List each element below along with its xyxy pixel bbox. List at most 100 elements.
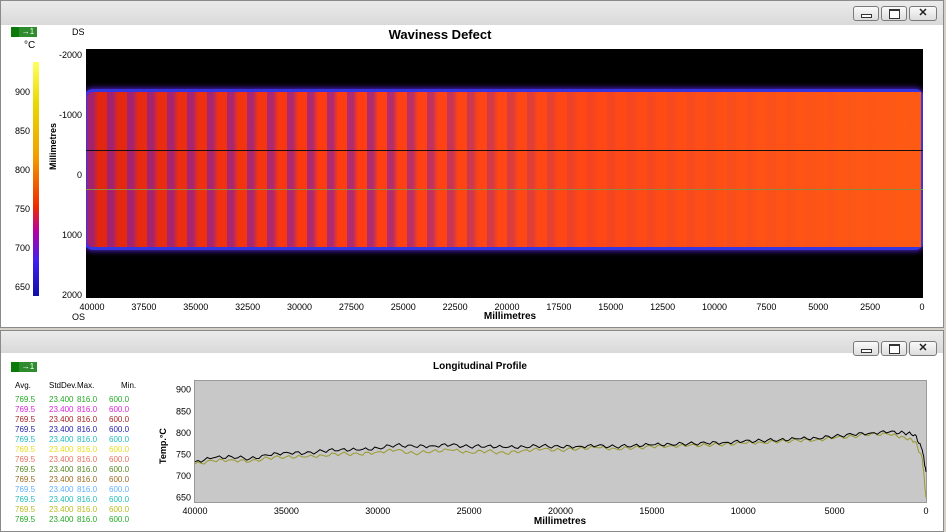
stat-std: 23.400	[49, 515, 74, 524]
profile-plot-area	[194, 380, 927, 503]
x-tick-label: 0	[919, 302, 925, 312]
x-tick-label: 35000	[183, 302, 209, 312]
channel-badge[interactable]: →1	[11, 362, 37, 372]
stat-min: 600.0	[109, 505, 130, 514]
statistics-row: 769.5 23.400 816.0 600.0	[15, 515, 149, 525]
stat-max: 816.0	[77, 485, 98, 494]
header-avg: Avg.	[15, 381, 31, 390]
stat-avg: 769.5	[15, 445, 36, 454]
statistics-row: 769.5 23.400 816.0 600.0	[15, 395, 149, 405]
statistics-row: 769.5 23.400 816.0 600.0	[15, 495, 149, 505]
stat-max: 816.0	[77, 405, 98, 414]
chart-title: Waviness Defect	[388, 27, 492, 42]
window-titlebar: ✕	[1, 1, 943, 25]
ds-label: DS	[72, 27, 85, 37]
stat-avg: 769.5	[15, 495, 36, 504]
maximize-icon	[888, 8, 900, 19]
stat-avg: 769.5	[15, 415, 36, 424]
stat-max: 816.0	[77, 495, 98, 504]
stat-min: 600.0	[109, 515, 130, 524]
x-axis-label: Millimetres	[483, 311, 537, 322]
stat-min: 600.0	[109, 455, 130, 464]
header-max: Max.	[77, 381, 95, 390]
statistics-row: 769.5 23.400 816.0 600.0	[15, 485, 149, 495]
stat-max: 816.0	[77, 505, 98, 514]
x-tick-label: 5000	[808, 302, 829, 312]
stat-avg: 769.5	[15, 455, 36, 464]
stat-max: 816.0	[77, 425, 98, 434]
channel-badge-label: →1	[19, 362, 37, 372]
stat-std: 23.400	[49, 415, 74, 424]
close-icon: ✕	[918, 7, 928, 19]
stat-avg: 769.5	[15, 515, 36, 524]
stat-std: 23.400	[49, 435, 74, 444]
stat-min: 600.0	[109, 445, 130, 454]
stat-max: 816.0	[77, 465, 98, 474]
x-tick-label: 32500	[235, 302, 261, 312]
os-label: OS	[72, 312, 86, 322]
stat-std: 23.400	[49, 395, 74, 404]
y-tick-label: 0	[76, 170, 82, 180]
minimize-button[interactable]	[853, 6, 879, 21]
maximize-button[interactable]	[881, 341, 907, 356]
minimize-icon	[860, 349, 872, 353]
thermal-heatmap	[86, 49, 923, 298]
stat-min: 600.0	[109, 425, 130, 434]
temperature-colorbar	[33, 62, 39, 296]
y-tick-label: -1000	[58, 110, 82, 120]
stat-max: 816.0	[77, 435, 98, 444]
stat-min: 600.0	[109, 435, 130, 444]
statistics-row: 769.5 23.400 816.0 600.0	[15, 505, 149, 515]
y-axis-label: Temp.°C	[158, 428, 168, 464]
y-tick-label: -2000	[58, 50, 82, 60]
stat-max: 816.0	[77, 475, 98, 484]
profile-line-black[interactable]	[86, 150, 923, 151]
colorbar-tick: 650	[14, 282, 30, 293]
stat-min: 600.0	[109, 495, 130, 504]
colorbar-tick: 750	[14, 204, 30, 215]
x-tick-label: 27500	[338, 302, 364, 312]
profile-line-olive[interactable]	[86, 189, 923, 190]
thermal-gradient-overlay	[87, 92, 921, 247]
stat-std: 23.400	[49, 465, 74, 474]
stat-min: 600.0	[109, 475, 130, 484]
statistics-row: 769.5 23.400 816.0 600.0	[15, 425, 149, 435]
close-button[interactable]: ✕	[909, 341, 937, 356]
x-tick-label: 30000	[286, 302, 313, 312]
stat-avg: 769.5	[15, 435, 36, 444]
statistics-row: 769.5 23.400 816.0 600.0	[15, 465, 149, 475]
y-tick-label: 1000	[61, 230, 82, 240]
x-tick-label: 40000	[79, 302, 105, 312]
x-tick-label: 2500	[860, 302, 881, 312]
x-tick-label: 10000	[701, 302, 728, 312]
stat-avg: 769.5	[15, 475, 36, 484]
channel-badge[interactable]: →1	[11, 27, 37, 37]
stat-std: 23.400	[49, 405, 74, 414]
y-axis-label: Millimetres	[48, 122, 58, 170]
statistics-row: 769.5 23.400 816.0 600.0	[15, 435, 149, 445]
statistics-row: 769.5 23.400 816.0 600.0	[15, 455, 149, 465]
colorbar-tick: 850	[14, 126, 30, 137]
maximize-icon	[888, 343, 900, 354]
close-button[interactable]: ✕	[909, 6, 937, 21]
channel-color-swatch	[11, 27, 19, 37]
header-min: Min.	[121, 381, 137, 390]
chart-title: Longitudinal Profile	[433, 361, 527, 372]
minimize-button[interactable]	[853, 341, 879, 356]
channel-color-swatch	[11, 362, 19, 372]
stat-avg: 769.5	[15, 465, 36, 474]
statistics-row: 769.5 23.400 816.0 600.0	[15, 405, 149, 415]
maximize-button[interactable]	[881, 6, 907, 21]
x-tick-label: 37500	[131, 302, 157, 312]
stat-std: 23.400	[49, 505, 74, 514]
stat-std: 23.400	[49, 485, 74, 494]
channel-badge-label: →1	[19, 27, 37, 37]
stat-std: 23.400	[49, 425, 74, 434]
statistics-table: Avg. StdDev. Max. Min. 769.5 23.400 816.0 6…	[15, 381, 149, 525]
x-tick-label: 25000	[390, 302, 416, 312]
stat-max: 816.0	[77, 455, 98, 464]
colorbar-tick: 800	[14, 165, 30, 176]
stat-std: 23.400	[49, 445, 74, 454]
stat-avg: 769.5	[15, 425, 36, 434]
colorbar-tick: 900	[14, 87, 30, 98]
